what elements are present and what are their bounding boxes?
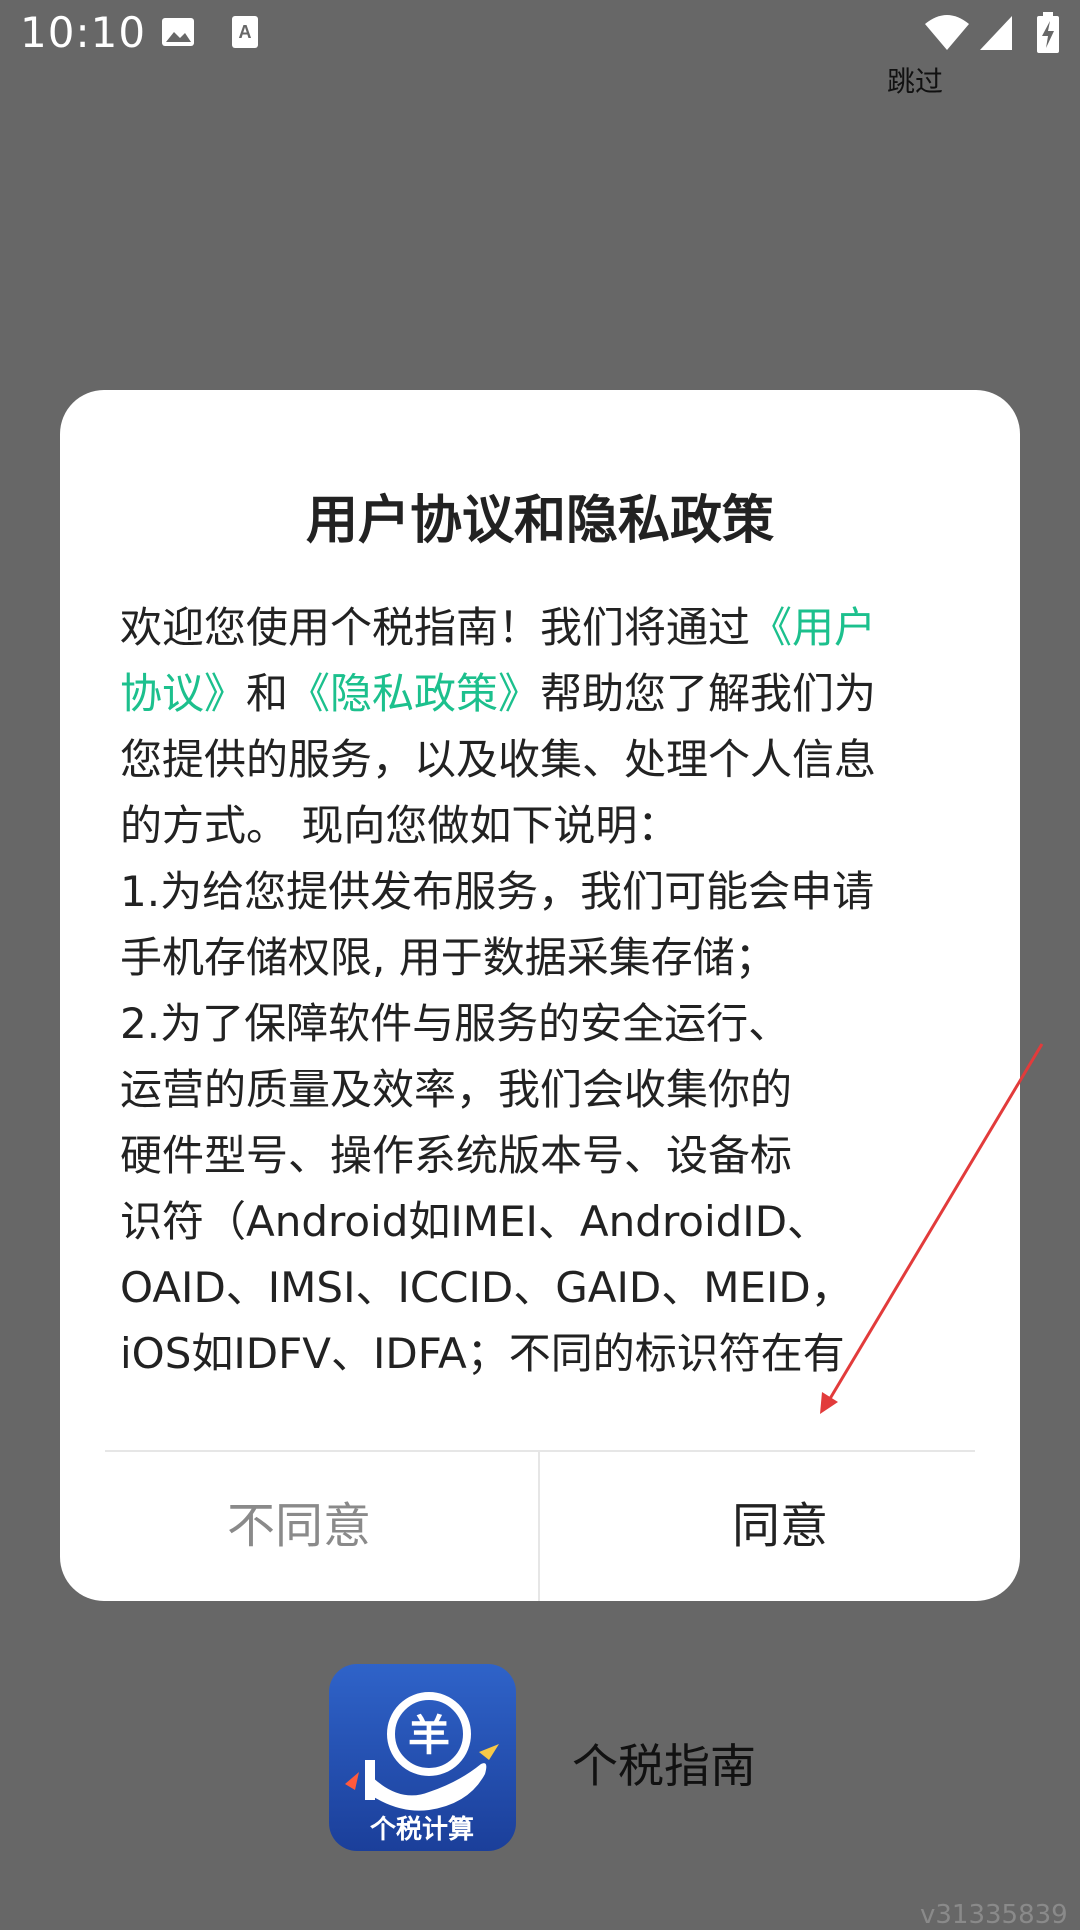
content-line: 您提供的服务，以及收集、处理个人信息 [120, 727, 960, 793]
wifi-icon [924, 14, 970, 56]
status-time: 10:10 [20, 8, 147, 57]
image-icon [160, 14, 196, 54]
content-line: 的方式。 现向您做如下说明： [120, 793, 960, 859]
content-line: 欢迎您使用个税指南！我们将通过《用户 [120, 595, 960, 661]
app-icon-symbol: 羊 [408, 1711, 450, 1760]
content-text: 欢迎您使用个税指南！我们将通过 [120, 603, 751, 652]
content-text: 识符（Android如IMEI、AndroidID、 [120, 1197, 830, 1246]
signal-icon [978, 14, 1014, 56]
app-icon-label: 个税计算 [370, 1814, 474, 1845]
content-line: 协议》和《隐私政策》帮助您了解我们为 [120, 661, 960, 727]
policy-link[interactable]: 协议》 [120, 669, 246, 718]
content-text: 硬件型号、操作系统版本号、设备标 [120, 1131, 793, 1180]
svg-text:A: A [239, 22, 252, 42]
watermark: v31335839 [920, 1900, 1068, 1930]
agree-button[interactable]: 同意 [540, 1452, 1020, 1601]
policy-link[interactable]: 《隐私政策》 [288, 669, 540, 718]
skip-button[interactable]: 跳过 [887, 60, 943, 100]
content-line: 1.为给您提供发布服务，我们可能会申请 [120, 859, 960, 925]
content-text: 1.为给您提供发布服务，我们可能会申请 [120, 867, 875, 916]
app-name: 个税指南 [572, 1739, 756, 1793]
content-text: 手机存储权限, 用于数据采集存储； [120, 933, 777, 982]
dialog-title: 用户协议和隐私政策 [305, 491, 774, 551]
content-line: 识符（Android如IMEI、AndroidID、 [120, 1189, 960, 1255]
text-recognition-icon: A [230, 14, 260, 54]
content-line: iOS如IDFV、IDFA；不同的标识符在有 [120, 1321, 960, 1387]
disagree-button[interactable]: 不同意 [60, 1452, 538, 1601]
content-line: 手机存储权限, 用于数据采集存储； [120, 925, 960, 991]
content-line: 硬件型号、操作系统版本号、设备标 [120, 1123, 960, 1189]
content-text: OAID、IMSI、ICCID、GAID、MEID， [120, 1263, 853, 1312]
content-line: OAID、IMSI、ICCID、GAID、MEID， [120, 1255, 960, 1321]
content-text: iOS如IDFV、IDFA；不同的标识符在有 [120, 1329, 845, 1378]
content-text: 的方式。 现向您做如下说明： [120, 801, 680, 850]
battery-charging-icon [1036, 12, 1060, 58]
content-text: 2.为了保障软件与服务的安全运行、 [120, 999, 791, 1048]
privacy-dialog: 用户协议和隐私政策 欢迎您使用个税指南！我们将通过《用户 协议》和《隐私政策》帮助… [60, 390, 1020, 1601]
content-text: 帮助您了解我们为 [540, 669, 877, 718]
policy-link[interactable]: 《用户 [750, 603, 876, 652]
content-line: 运营的质量及效率，我们会收集你的 [120, 1057, 960, 1123]
app-icon: 羊 个税计算 [329, 1664, 516, 1851]
dialog-content: 欢迎您使用个税指南！我们将通过《用户 协议》和《隐私政策》帮助您了解我们为 您提供的… [120, 595, 960, 1395]
content-text: 和 [246, 669, 289, 718]
content-text: 运营的质量及效率，我们会收集你的 [120, 1065, 793, 1114]
content-text: 您提供的服务，以及收集、处理个人信息 [120, 735, 877, 784]
content-line: 2.为了保障软件与服务的安全运行、 [120, 991, 960, 1057]
